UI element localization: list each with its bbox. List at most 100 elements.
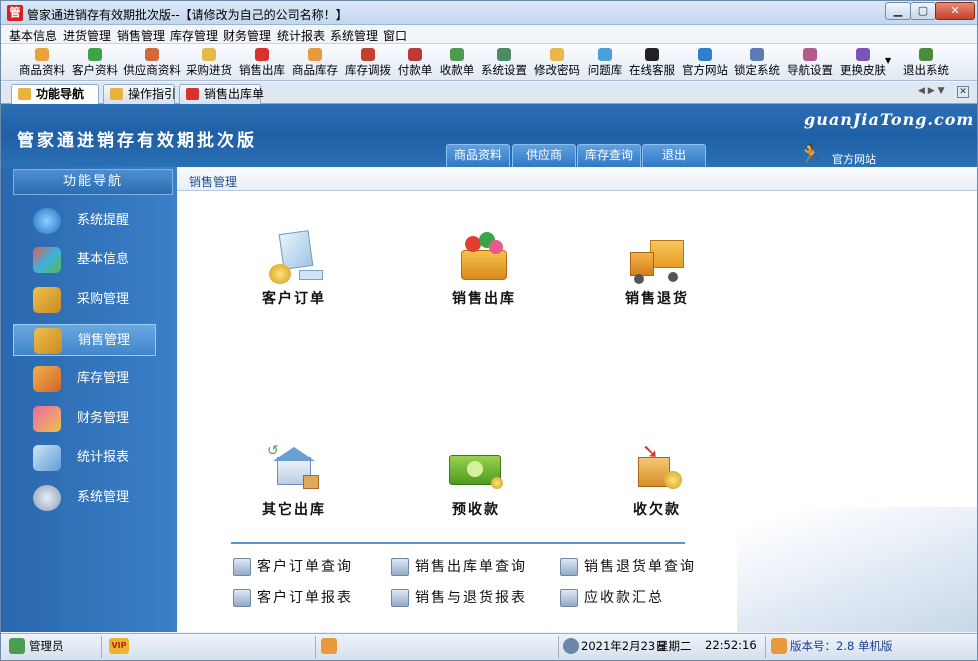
window-title: 管家通进销存有效期批次版--【请修改为自己的公司名称！】 (27, 8, 348, 22)
customer-order-item[interactable]: 客户订单 (234, 230, 354, 310)
customers-icon (88, 48, 102, 61)
toolbar-receipt[interactable]: 收款单 (437, 46, 477, 79)
tab-sales-out-doc[interactable]: 销售出库单 (179, 84, 264, 104)
report-doc-icon (391, 589, 409, 607)
report-doc-icon (560, 589, 578, 607)
tab-scroll-arrows[interactable]: ◀ ▶ ▼ (918, 86, 945, 96)
menu-sales[interactable]: 销售管理 (117, 27, 165, 44)
link-sales-out-query[interactable]: 销售出库单查询 (389, 557, 527, 577)
toolbar-suppliers[interactable]: 供应商资料 (123, 46, 181, 79)
query-doc-icon (391, 558, 409, 576)
banner-tab-exit[interactable]: 退出 (642, 144, 706, 167)
maximize-button[interactable]: ▢ (910, 2, 936, 20)
nav-icon (18, 88, 31, 100)
section-divider (231, 542, 685, 544)
box-coins-icon: ➘ (626, 441, 688, 497)
link-customer-order-query[interactable]: 客户订单查询 (231, 557, 353, 577)
status-time: 22:52:16 (705, 638, 757, 652)
toolbar-skin[interactable]: 更换皮肤 (838, 46, 888, 79)
sales-return-item[interactable]: 销售退货 (597, 230, 717, 310)
nav-settings-icon (803, 48, 817, 61)
sidebar-item-reports[interactable]: 统计报表 (13, 442, 156, 474)
toolbar-payment[interactable]: 付款单 (395, 46, 435, 79)
toolbar-stock[interactable]: 商品库存 (290, 46, 340, 79)
toolbar-settings[interactable]: 系统设置 (479, 46, 529, 79)
banner-tab-suppliers[interactable]: 供应商 (512, 144, 576, 167)
house-arrows-icon: ↺ (263, 441, 325, 497)
minimize-button[interactable]: ▁ (885, 2, 911, 20)
link-sales-return-report[interactable]: 销售与退货报表 (389, 588, 527, 608)
purchase-icon (202, 48, 216, 61)
lock-icon (750, 48, 764, 61)
other-out-item[interactable]: ↺ 其它出库 (234, 441, 354, 521)
toolbar-faq[interactable]: 问题库 (585, 46, 625, 79)
toolbar: 商品资料 客户资料 供应商资料 采购进货 销售出库 商品库存 库存调拨 付款单 … (1, 44, 977, 81)
tab-guide[interactable]: 操作指引 (103, 84, 176, 104)
chart-icon (33, 445, 61, 471)
toolbar-transfer[interactable]: 库存调拨 (343, 46, 393, 79)
toolbar-password[interactable]: 修改密码 (532, 46, 582, 79)
sidebar-header: 功能导航 (13, 169, 173, 195)
payment-icon (408, 48, 422, 61)
menu-purchase[interactable]: 进货管理 (63, 27, 111, 44)
sidebar-item-reminders[interactable]: 系统提醒 (13, 205, 156, 237)
chat-icon (645, 48, 659, 61)
toolbar-lock[interactable]: 锁定系统 (732, 46, 782, 79)
link-receivables-summary[interactable]: 应收款汇总 (558, 588, 730, 608)
sales-box-icon (34, 328, 62, 354)
tab-function-nav[interactable]: 功能导航 (11, 84, 99, 105)
sidebar-item-finance[interactable]: 财务管理 (13, 403, 156, 435)
gears-icon (33, 485, 61, 511)
user-icon (9, 638, 25, 654)
settings-icon (497, 48, 511, 61)
toolbar-products[interactable]: 商品资料 (17, 46, 67, 79)
home-icon (771, 638, 787, 654)
collect-debt-item[interactable]: ➘ 收欠款 (597, 441, 717, 521)
menu-basic-info[interactable]: 基本信息 (9, 27, 57, 44)
toolbar-website[interactable]: 官方网站 (680, 46, 730, 79)
sales-out-item[interactable]: 销售出库 (424, 230, 544, 310)
avatar-icon (321, 638, 337, 654)
sidebar-item-purchase[interactable]: 采购管理 (13, 284, 156, 316)
tab-close-button[interactable]: ✕ (957, 86, 969, 98)
toolbar-sales-out[interactable]: 销售出库 (237, 46, 287, 79)
banner-tab-products[interactable]: 商品资料 (446, 144, 510, 167)
banner-tab-stock-query[interactable]: 库存查询 (577, 144, 641, 167)
sidebar-item-system[interactable]: 系统管理 (13, 482, 156, 514)
menu-system[interactable]: 系统管理 (330, 27, 378, 44)
suppliers-icon (145, 48, 159, 61)
sidebar-item-basic-info[interactable]: 基本信息 (13, 244, 156, 276)
toolbar-purchase-in[interactable]: 采购进货 (184, 46, 234, 79)
toolbar-customers[interactable]: 客户资料 (70, 46, 120, 79)
document-tabs: 功能导航 操作指引 销售出库单 ◀ ▶ ▼ ✕ (1, 82, 977, 105)
browser-icon (698, 48, 712, 61)
breadcrumb: 销售管理 (189, 175, 238, 189)
menu-window[interactable]: 窗口 (383, 27, 407, 44)
toolbar-exit[interactable]: 退出系统 (901, 46, 951, 79)
status-weekday: 星期二 (657, 639, 692, 653)
banner: 管家通进销存有效期批次版 guanJiaTong.com 商品资料 供应商 库存… (1, 104, 977, 167)
report-doc-icon (233, 589, 251, 607)
title-bar: 管 管家通进销存有效期批次版--【请修改为自己的公司名称！】 ▁ ▢ ✕ (1, 1, 977, 25)
link-sales-return-query[interactable]: 销售退货单查询 (558, 557, 696, 577)
link-customer-order-report[interactable]: 客户订单报表 (231, 588, 353, 608)
advance-receipt-item[interactable]: 预收款 (416, 441, 536, 521)
menu-reports[interactable]: 统计报表 (277, 27, 325, 44)
runner-icon[interactable]: 🏃 (798, 142, 823, 166)
main-panel: 销售管理 客户订单 销售出库 销售退货 ↺ 其它出库 预收款 ➘ 收欠款 客户订… (177, 167, 977, 632)
transfer-icon (361, 48, 375, 61)
toolbar-support[interactable]: 在线客服 (627, 46, 677, 79)
sidebar-item-sales[interactable]: 销售管理 (13, 324, 156, 356)
official-site-link[interactable]: 官方网站 (832, 151, 876, 167)
sidebar-item-inventory[interactable]: 库存管理 (13, 363, 156, 395)
menu-inventory[interactable]: 库存管理 (170, 27, 218, 44)
purchase-box-icon (33, 287, 61, 313)
status-version: 版本号：2.8 单机版 (790, 639, 893, 653)
crumb-bar: 销售管理 (177, 169, 977, 191)
menu-finance[interactable]: 财务管理 (223, 27, 271, 44)
toolbar-nav-settings[interactable]: 导航设置 (785, 46, 835, 79)
toolbar-overflow-icon[interactable]: ▼ (885, 56, 891, 65)
products-icon (35, 48, 49, 61)
close-button[interactable]: ✕ (935, 2, 975, 20)
banknote-icon (445, 441, 507, 497)
